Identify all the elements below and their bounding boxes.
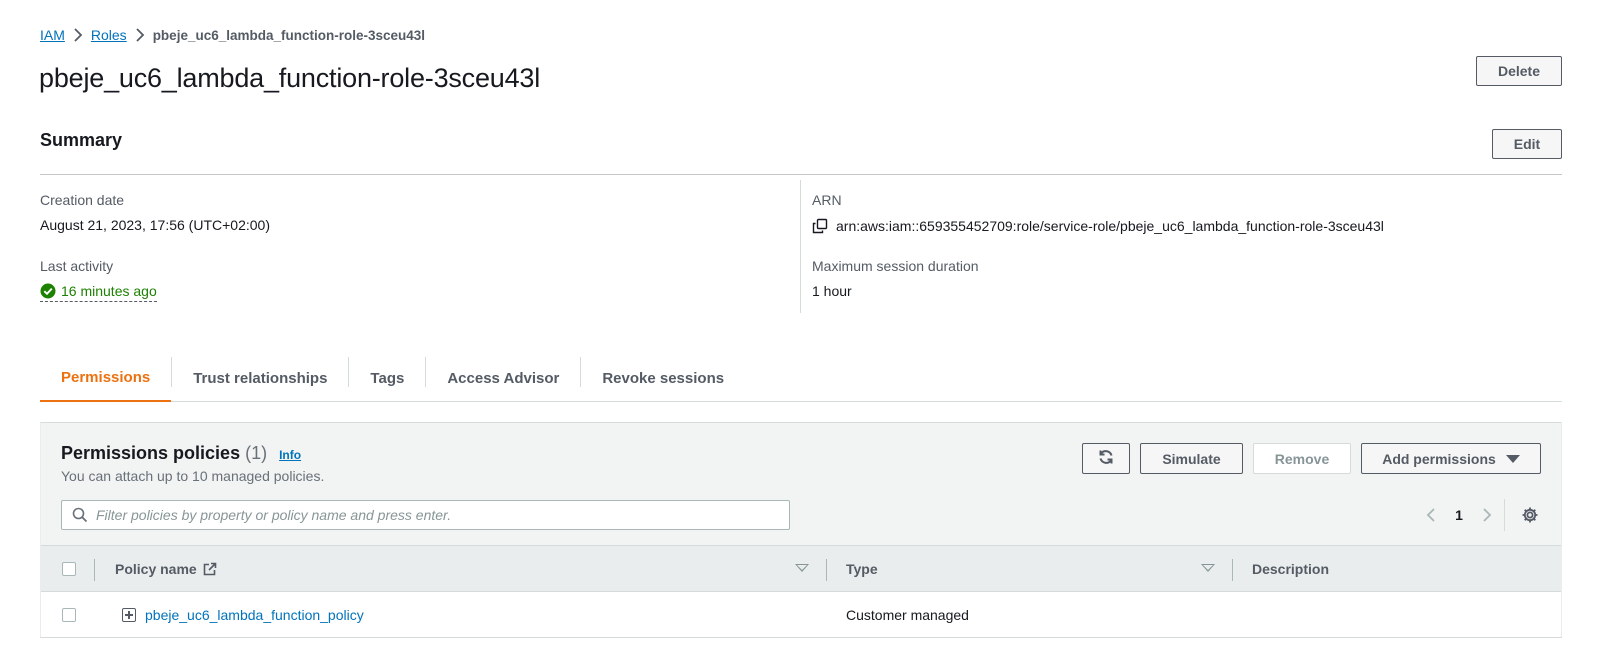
tab-revoke-sessions[interactable]: Revoke sessions xyxy=(581,354,745,402)
table-row: pbeje_uc6_lambda_function_policy Custome… xyxy=(41,592,1561,637)
policies-table-header: Policy name Type Description xyxy=(41,545,1561,592)
info-link[interactable]: Info xyxy=(279,448,301,462)
remove-button[interactable]: Remove xyxy=(1253,443,1351,474)
column-header-description[interactable]: Description xyxy=(1252,546,1329,592)
policy-filter xyxy=(61,500,790,530)
delete-button[interactable]: Delete xyxy=(1476,56,1562,86)
breadcrumb: IAM Roles pbeje_uc6_lambda_function-role… xyxy=(40,26,425,44)
breadcrumb-link-iam[interactable]: IAM xyxy=(40,27,65,43)
tab-tags[interactable]: Tags xyxy=(349,354,425,402)
last-activity-label: Last activity xyxy=(40,258,114,274)
role-tabs: Permissions Trust relationships Tags Acc… xyxy=(40,354,1562,402)
column-divider xyxy=(94,559,95,581)
policy-filter-input[interactable] xyxy=(96,507,776,523)
refresh-button[interactable] xyxy=(1082,443,1130,474)
page-number[interactable]: 1 xyxy=(1443,507,1475,523)
tab-trust-relationships[interactable]: Trust relationships xyxy=(172,354,348,402)
policy-name-cell: pbeje_uc6_lambda_function_policy xyxy=(122,592,364,637)
tab-permissions[interactable]: Permissions xyxy=(40,354,172,402)
external-link-icon xyxy=(203,562,217,576)
simulate-button[interactable]: Simulate xyxy=(1140,443,1243,474)
add-permissions-button[interactable]: Add permissions xyxy=(1361,443,1541,474)
breadcrumb-current: pbeje_uc6_lambda_function-role-3sceu43l xyxy=(152,27,426,43)
summary-column-divider xyxy=(800,180,801,313)
max-session-label: Maximum session duration xyxy=(812,258,979,274)
caret-down-icon xyxy=(1505,454,1520,463)
pager-divider xyxy=(1504,499,1505,531)
panel-header: Permissions policies (1) Info You can at… xyxy=(61,443,324,484)
summary-title: Summary xyxy=(40,130,123,150)
arn-label: ARN xyxy=(812,192,842,208)
policy-name-link[interactable]: pbeje_uc6_lambda_function_policy xyxy=(145,607,364,623)
search-icon xyxy=(72,507,88,523)
creation-date-label: Creation date xyxy=(40,192,125,208)
sort-icon[interactable] xyxy=(1201,564,1215,572)
copy-icon[interactable] xyxy=(812,218,828,234)
last-activity-value[interactable]: 16 minutes ago xyxy=(40,283,157,302)
panel-title-row: Permissions policies (1) Info xyxy=(61,443,324,464)
tab-access-advisor[interactable]: Access Advisor xyxy=(426,354,580,402)
chevron-right-icon xyxy=(127,26,153,44)
policy-count: (1) xyxy=(245,443,268,463)
chevron-right-icon xyxy=(65,26,91,44)
add-permissions-label: Add permissions xyxy=(1382,450,1496,467)
gear-icon[interactable] xyxy=(1521,506,1539,524)
column-divider xyxy=(826,559,827,581)
page-title: pbeje_uc6_lambda_function-role-3sceu43l xyxy=(39,63,541,93)
policy-type-cell: Customer managed xyxy=(846,606,969,623)
summary-divider xyxy=(40,174,1562,175)
column-header-type[interactable]: Type xyxy=(846,546,878,592)
expand-icon[interactable] xyxy=(122,607,136,622)
sort-icon[interactable] xyxy=(795,564,809,572)
chevron-right-icon[interactable] xyxy=(1475,503,1499,527)
permissions-policies-panel: Permissions policies (1) Info You can at… xyxy=(40,422,1562,638)
panel-subtitle: You can attach up to 10 managed policies… xyxy=(61,468,325,484)
edit-button[interactable]: Edit xyxy=(1492,129,1562,159)
select-all-checkbox[interactable] xyxy=(62,562,76,576)
creation-date-value: August 21, 2023, 17:56 (UTC+02:00) xyxy=(40,217,270,233)
arn-text: arn:aws:iam::659355452709:role/service-r… xyxy=(836,218,1384,234)
panel-title: Permissions policies xyxy=(61,443,241,463)
row-checkbox[interactable] xyxy=(62,608,76,622)
column-header-policy-name[interactable]: Policy name xyxy=(115,546,217,592)
breadcrumb-link-roles[interactable]: Roles xyxy=(91,27,127,43)
arn-value: arn:aws:iam::659355452709:role/service-r… xyxy=(812,218,1384,234)
check-circle-icon xyxy=(40,283,56,299)
pagination: 1 xyxy=(1419,503,1499,527)
column-header-policy-name-label: Policy name xyxy=(115,561,197,577)
max-session-value: 1 hour xyxy=(812,283,852,299)
chevron-left-icon[interactable] xyxy=(1419,503,1443,527)
column-divider xyxy=(1232,559,1233,581)
refresh-icon xyxy=(1098,449,1114,468)
last-activity-text: 16 minutes ago xyxy=(61,283,157,299)
